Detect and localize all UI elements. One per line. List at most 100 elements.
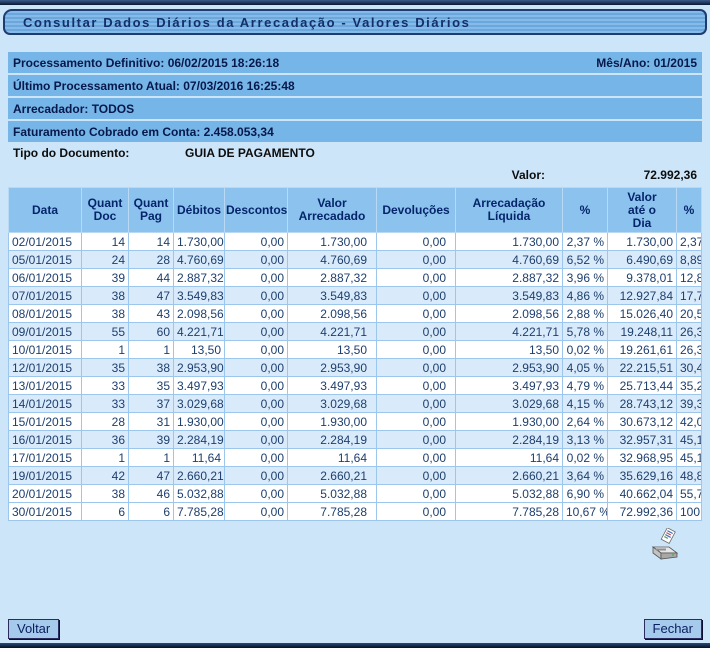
table-cell: 0,00 bbox=[225, 341, 288, 359]
tipo-documento-row: Tipo do Documento: GUIA DE PAGAMENTO bbox=[8, 142, 702, 164]
table-cell: 2.284,19 bbox=[288, 431, 377, 449]
column-header: Arrecadação Líquida bbox=[456, 188, 563, 233]
table-cell: 33 bbox=[82, 377, 129, 395]
table-cell: 0,00 bbox=[225, 269, 288, 287]
table-cell: 0,00 bbox=[377, 413, 456, 431]
table-cell: 1.930,00 bbox=[174, 413, 225, 431]
table-cell: 7.785,28 bbox=[174, 503, 225, 521]
table-row: 12/01/201535382.953,900,002.953,900,002.… bbox=[9, 359, 702, 377]
top-border-strip bbox=[0, 0, 710, 5]
table-cell: 60 bbox=[129, 323, 174, 341]
table-cell: 100,00 % bbox=[677, 503, 702, 521]
table-row: 19/01/201542472.660,210,002.660,210,002.… bbox=[9, 467, 702, 485]
table-cell: 3.497,93 bbox=[456, 377, 563, 395]
table-cell: 1.730,00 bbox=[456, 233, 563, 251]
valor-row: Valor: 72.992,36 bbox=[8, 164, 702, 185]
table-cell: 4.760,69 bbox=[288, 251, 377, 269]
table-cell: 26,37 % bbox=[677, 323, 702, 341]
table-cell: 3.549,83 bbox=[288, 287, 377, 305]
table-cell: 5.032,88 bbox=[174, 485, 225, 503]
table-cell: 43 bbox=[129, 305, 174, 323]
table-cell: 3.029,68 bbox=[174, 395, 225, 413]
table-cell: 3.029,68 bbox=[288, 395, 377, 413]
table-cell: 10/01/2015 bbox=[9, 341, 82, 359]
tipo-documento-label: Tipo do Documento: bbox=[13, 146, 185, 160]
table-cell: 28 bbox=[129, 251, 174, 269]
voltar-button[interactable]: Voltar bbox=[8, 619, 59, 639]
table-cell: 0,00 bbox=[225, 395, 288, 413]
table-cell: 26,39 % bbox=[677, 341, 702, 359]
table-cell: 6.490,69 bbox=[608, 251, 677, 269]
info-bar-processamento-definitivo: Processamento Definitivo: 06/02/2015 18:… bbox=[8, 52, 702, 73]
table-cell: 11,64 bbox=[174, 449, 225, 467]
table-cell: 1.730,00 bbox=[608, 233, 677, 251]
table-cell: 48,81 % bbox=[677, 467, 702, 485]
table-cell: 0,00 bbox=[225, 377, 288, 395]
table-cell: 33 bbox=[82, 395, 129, 413]
table-cell: 2.660,21 bbox=[174, 467, 225, 485]
table-cell: 9.378,01 bbox=[608, 269, 677, 287]
table-cell: 45,17 % bbox=[677, 449, 702, 467]
table-cell: 0,00 bbox=[225, 503, 288, 521]
table-cell: 42,02 % bbox=[677, 413, 702, 431]
table-cell: 47 bbox=[129, 287, 174, 305]
table-cell: 25.713,44 bbox=[608, 377, 677, 395]
column-header: Data bbox=[9, 188, 82, 233]
print-row bbox=[8, 528, 702, 560]
column-header: Valor até o Dia bbox=[608, 188, 677, 233]
column-header: Quant Doc bbox=[82, 188, 129, 233]
tipo-documento-value: GUIA DE PAGAMENTO bbox=[185, 146, 315, 160]
table-cell: 1 bbox=[82, 449, 129, 467]
table-cell: 09/01/2015 bbox=[9, 323, 82, 341]
table-row: 13/01/201533353.497,930,003.497,930,003.… bbox=[9, 377, 702, 395]
print-button[interactable] bbox=[650, 528, 682, 560]
table-cell: 3,96 % bbox=[563, 269, 608, 287]
table-cell: 39 bbox=[129, 431, 174, 449]
table-cell: 1 bbox=[129, 341, 174, 359]
table-cell: 6,90 % bbox=[563, 485, 608, 503]
table-cell: 19.261,61 bbox=[608, 341, 677, 359]
table-cell: 36 bbox=[82, 431, 129, 449]
table-row: 17/01/20151111,640,0011,640,0011,640,02 … bbox=[9, 449, 702, 467]
info-bar-arrecadador: Arrecadador: TODOS bbox=[8, 98, 702, 119]
table-cell: 0,00 bbox=[225, 233, 288, 251]
fechar-button[interactable]: Fechar bbox=[644, 619, 702, 639]
table-cell: 11,64 bbox=[288, 449, 377, 467]
table-row: 14/01/201533373.029,680,003.029,680,003.… bbox=[9, 395, 702, 413]
table-cell: 46 bbox=[129, 485, 174, 503]
table-cell: 4,79 % bbox=[563, 377, 608, 395]
table-cell: 6 bbox=[82, 503, 129, 521]
content-area: Processamento Definitivo: 06/02/2015 18:… bbox=[0, 52, 710, 560]
table-cell: 0,00 bbox=[225, 467, 288, 485]
table-cell: 3.497,93 bbox=[288, 377, 377, 395]
table-cell: 13,50 bbox=[174, 341, 225, 359]
column-header: Quant Pag bbox=[129, 188, 174, 233]
table-row: 20/01/201538465.032,880,005.032,880,005.… bbox=[9, 485, 702, 503]
table-cell: 5,78 % bbox=[563, 323, 608, 341]
table-cell: 0,00 bbox=[377, 359, 456, 377]
valor-value: 72.992,36 bbox=[545, 168, 697, 182]
table-cell: 35 bbox=[129, 377, 174, 395]
table-cell: 7.785,28 bbox=[456, 503, 563, 521]
table-cell: 20,59 % bbox=[677, 305, 702, 323]
mes-ano-text: Mês/Ano: 01/2015 bbox=[596, 56, 697, 70]
printer-icon bbox=[650, 528, 682, 560]
table-cell: 8,89 % bbox=[677, 251, 702, 269]
table-cell: 16/01/2015 bbox=[9, 431, 82, 449]
table-cell: 2.887,32 bbox=[174, 269, 225, 287]
table-cell: 0,00 bbox=[225, 287, 288, 305]
table-cell: 0,00 bbox=[225, 485, 288, 503]
arrecadador-text: Arrecadador: TODOS bbox=[13, 102, 134, 116]
table-cell: 4.221,71 bbox=[288, 323, 377, 341]
table-cell: 0,00 bbox=[377, 269, 456, 287]
table-cell: 0,00 bbox=[377, 395, 456, 413]
table-cell: 2.284,19 bbox=[174, 431, 225, 449]
table-cell: 2.098,56 bbox=[174, 305, 225, 323]
table-cell: 55 bbox=[82, 323, 129, 341]
table-cell: 0,00 bbox=[377, 467, 456, 485]
table-cell: 0,00 bbox=[377, 449, 456, 467]
table-cell: 4.760,69 bbox=[174, 251, 225, 269]
valor-label: Valor: bbox=[512, 168, 545, 182]
table-cell: 13,50 bbox=[288, 341, 377, 359]
table-cell: 35,23 % bbox=[677, 377, 702, 395]
